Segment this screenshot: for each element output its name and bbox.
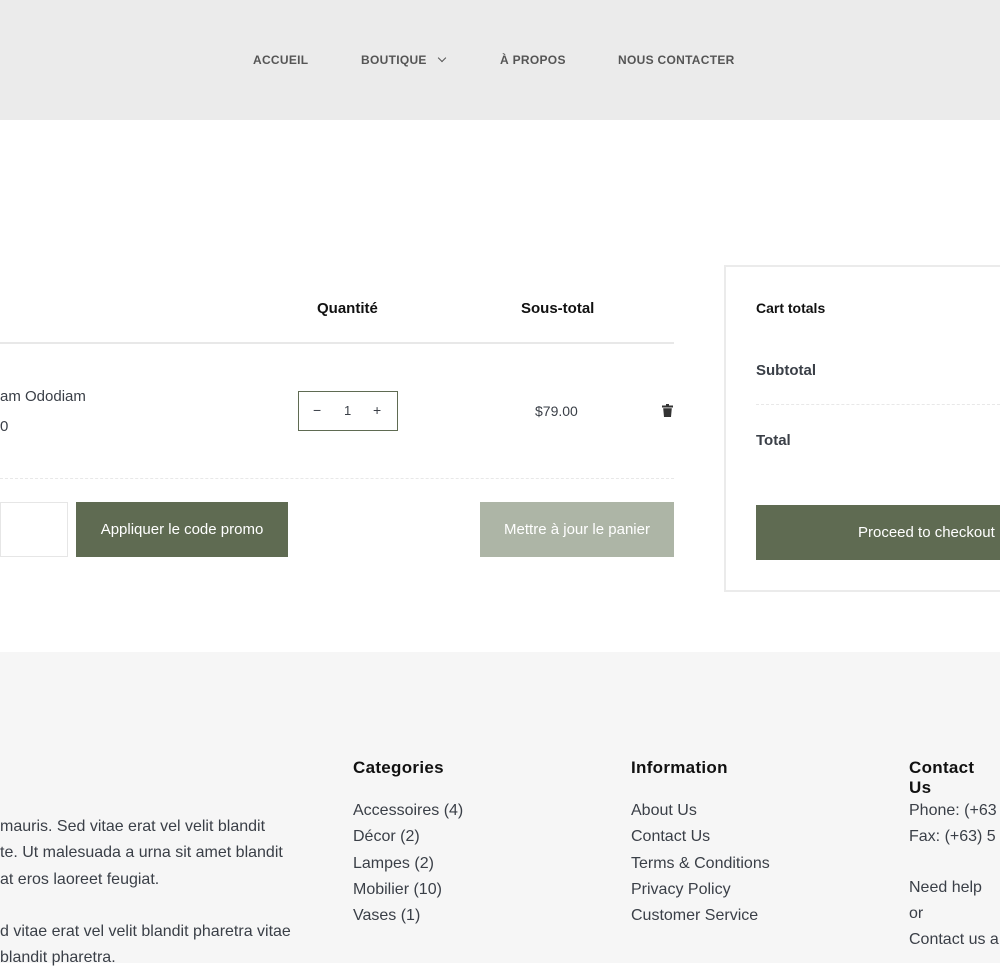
quantity-input[interactable]: 1 (344, 403, 351, 418)
cart-totals-panel: Cart totals Subtotal Total Proceed to ch… (724, 265, 1000, 592)
update-cart-button[interactable]: Mettre à jour le panier (480, 502, 674, 557)
divider (756, 404, 1000, 405)
minus-button[interactable]: − (313, 402, 321, 418)
nav-boutique-label: BOUTIQUE (361, 53, 427, 67)
contact-title: Contact Us (909, 758, 975, 797)
product-price: 0 (0, 418, 9, 435)
category-link[interactable]: Lampes (2) (353, 851, 463, 877)
nav-a-propos[interactable]: À PROPOS (500, 53, 566, 67)
footer-about: mauris. Sed vitae erat vel velit blandit… (0, 814, 291, 971)
column-quantity: Quantité (317, 300, 378, 317)
apply-coupon-button[interactable]: Appliquer le code promo (76, 502, 288, 557)
coupon-input[interactable] (0, 502, 68, 557)
line-subtotal: $79.00 (535, 403, 578, 419)
quantity-stepper[interactable]: − 1 + (298, 391, 398, 431)
categories-list: Accessoires (4) Décor (2) Lampes (2) Mob… (353, 798, 463, 929)
contact-fax: Fax: (+63) 5 (909, 828, 996, 846)
cart-totals-title: Cart totals (756, 300, 826, 316)
nav-boutique[interactable]: BOUTIQUE (361, 53, 446, 67)
info-link[interactable]: Terms & Conditions (631, 851, 770, 877)
total-label: Total (756, 432, 791, 449)
category-link[interactable]: Vases (1) (353, 903, 463, 929)
info-link[interactable]: Privacy Policy (631, 877, 770, 903)
contact-help: Need help or (909, 878, 982, 922)
divider (0, 342, 674, 344)
chevron-down-icon (437, 53, 446, 63)
category-link[interactable]: Mobilier (10) (353, 877, 463, 903)
info-link[interactable]: About Us (631, 798, 770, 824)
site-footer: mauris. Sed vitae erat vel velit blandit… (0, 652, 1000, 966)
category-link[interactable]: Accessoires (4) (353, 798, 463, 824)
about-line: te. Ut malesuada a urna sit amet blandit (0, 844, 283, 862)
plus-button[interactable]: + (373, 402, 381, 418)
contact-phone: Phone: (+63 (909, 802, 997, 819)
about-spacer (0, 893, 291, 919)
site-header: ACCUEIL BOUTIQUE À PROPOS NOUS CONTACTER (0, 0, 1000, 120)
nav-accueil[interactable]: ACCUEIL (253, 53, 308, 67)
about-line: blandit pharetra. (0, 949, 116, 967)
contact-email: Contact us a (909, 931, 999, 949)
about-line: d vitae erat vel velit blandit pharetra … (0, 922, 291, 940)
info-link[interactable]: Customer Service (631, 903, 770, 929)
about-line: mauris. Sed vitae erat vel velit blandit (0, 818, 266, 835)
information-list: About Us Contact Us Terms & Conditions P… (631, 798, 770, 929)
about-line: at eros laoreet feugiat. (0, 870, 160, 888)
category-link[interactable]: Décor (2) (353, 824, 463, 850)
trash-icon[interactable] (662, 404, 673, 417)
divider (0, 478, 674, 479)
subtotal-label: Subtotal (756, 362, 816, 379)
contact-spacer (909, 851, 1000, 875)
nav-contact[interactable]: NOUS CONTACTER (618, 53, 735, 67)
information-title: Information (631, 758, 728, 777)
info-link[interactable]: Contact Us (631, 824, 770, 850)
contact-info: Phone: (+63 Fax: (+63) 5 Need help or Co… (909, 798, 1000, 953)
column-subtotal: Sous-total (521, 300, 595, 317)
categories-title: Categories (353, 758, 444, 777)
checkout-button[interactable]: Proceed to checkout (756, 505, 1000, 560)
product-name[interactable]: am Ododiam (0, 388, 86, 405)
